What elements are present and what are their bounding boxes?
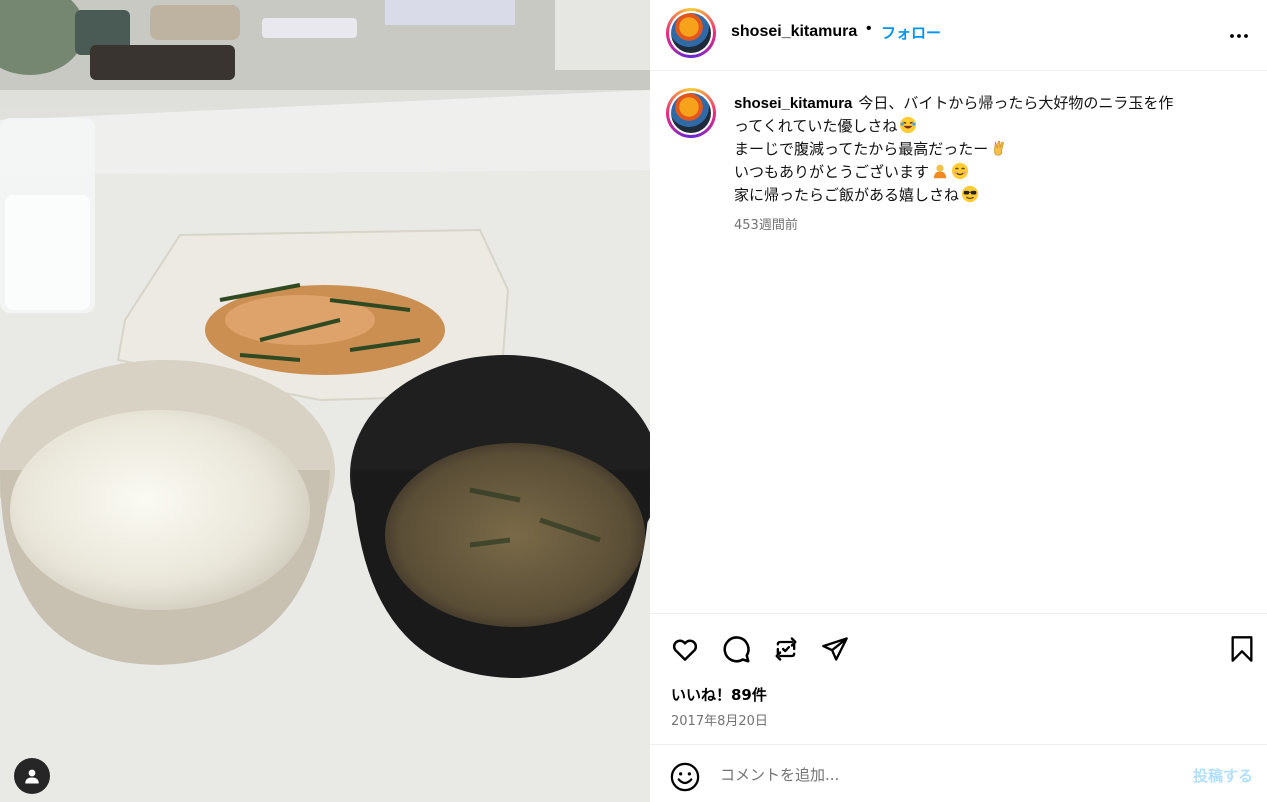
follow-button[interactable]: フォロー [881, 22, 941, 43]
repost-button[interactable] [769, 632, 803, 666]
caption-time-ago: 453週間前 [734, 218, 798, 233]
post-actions-area: いいね！89件 2017年8月20日 [650, 613, 1267, 744]
caption-line: 今日、バイトから帰ったら大好物のニラ玉を作 [858, 94, 1174, 112]
food-photo [0, 0, 650, 802]
comment-bar: 投稿する [650, 744, 1267, 802]
caption-line: いつもありがとうございます [734, 163, 930, 181]
tagged-users-button[interactable] [14, 758, 50, 794]
sunglasses-face-emoji [961, 185, 979, 203]
comment-input[interactable] [720, 761, 1150, 789]
comment-button[interactable] [719, 632, 753, 666]
caption-line: ってくれていた優しさね [734, 117, 898, 135]
emoji-smile-icon[interactable] [670, 762, 700, 792]
share-icon [822, 637, 848, 661]
caption-line: まーじで腹減ってたから最高だったー [734, 140, 989, 158]
post-photo [0, 0, 650, 802]
post-side-panel: shosei_kitamura • フォロー shosei_kitamura 今日… [650, 0, 1267, 802]
smiling-face-emoji [951, 162, 969, 180]
author-username[interactable]: shosei_kitamura [731, 23, 857, 41]
repost-icon [775, 637, 797, 661]
post-header: shosei_kitamura • フォロー [650, 0, 1267, 71]
bowing-person-emoji [933, 164, 947, 179]
more-horizontal-icon[interactable] [1227, 24, 1251, 48]
caption-username[interactable]: shosei_kitamura [734, 95, 852, 112]
author-avatar[interactable] [666, 8, 716, 58]
caption-text: shosei_kitamura 今日、バイトから帰ったら大好物のニラ玉を作 ってく… [734, 92, 1244, 207]
save-button[interactable] [1225, 632, 1259, 666]
caption-line: 家に帰ったらご飯がある嬉しさね [734, 186, 960, 204]
like-button[interactable] [668, 632, 702, 666]
share-button[interactable] [818, 632, 852, 666]
post-comment-button[interactable]: 投稿する [1193, 765, 1253, 786]
heart-icon [672, 639, 698, 661]
laughing-face-emoji [900, 116, 917, 134]
person-icon [25, 769, 39, 784]
bookmark-icon [1231, 636, 1253, 662]
caption-avatar[interactable] [666, 88, 716, 138]
victory-hand-emoji [994, 140, 1005, 156]
post-date: 2017年8月20日 [671, 714, 768, 729]
header-separator: • [866, 20, 872, 37]
likes-count[interactable]: いいね！89件 [671, 684, 767, 705]
comment-icon [723, 636, 750, 663]
post-caption: shosei_kitamura 今日、バイトから帰ったら大好物のニラ玉を作 ってく… [650, 72, 1267, 612]
